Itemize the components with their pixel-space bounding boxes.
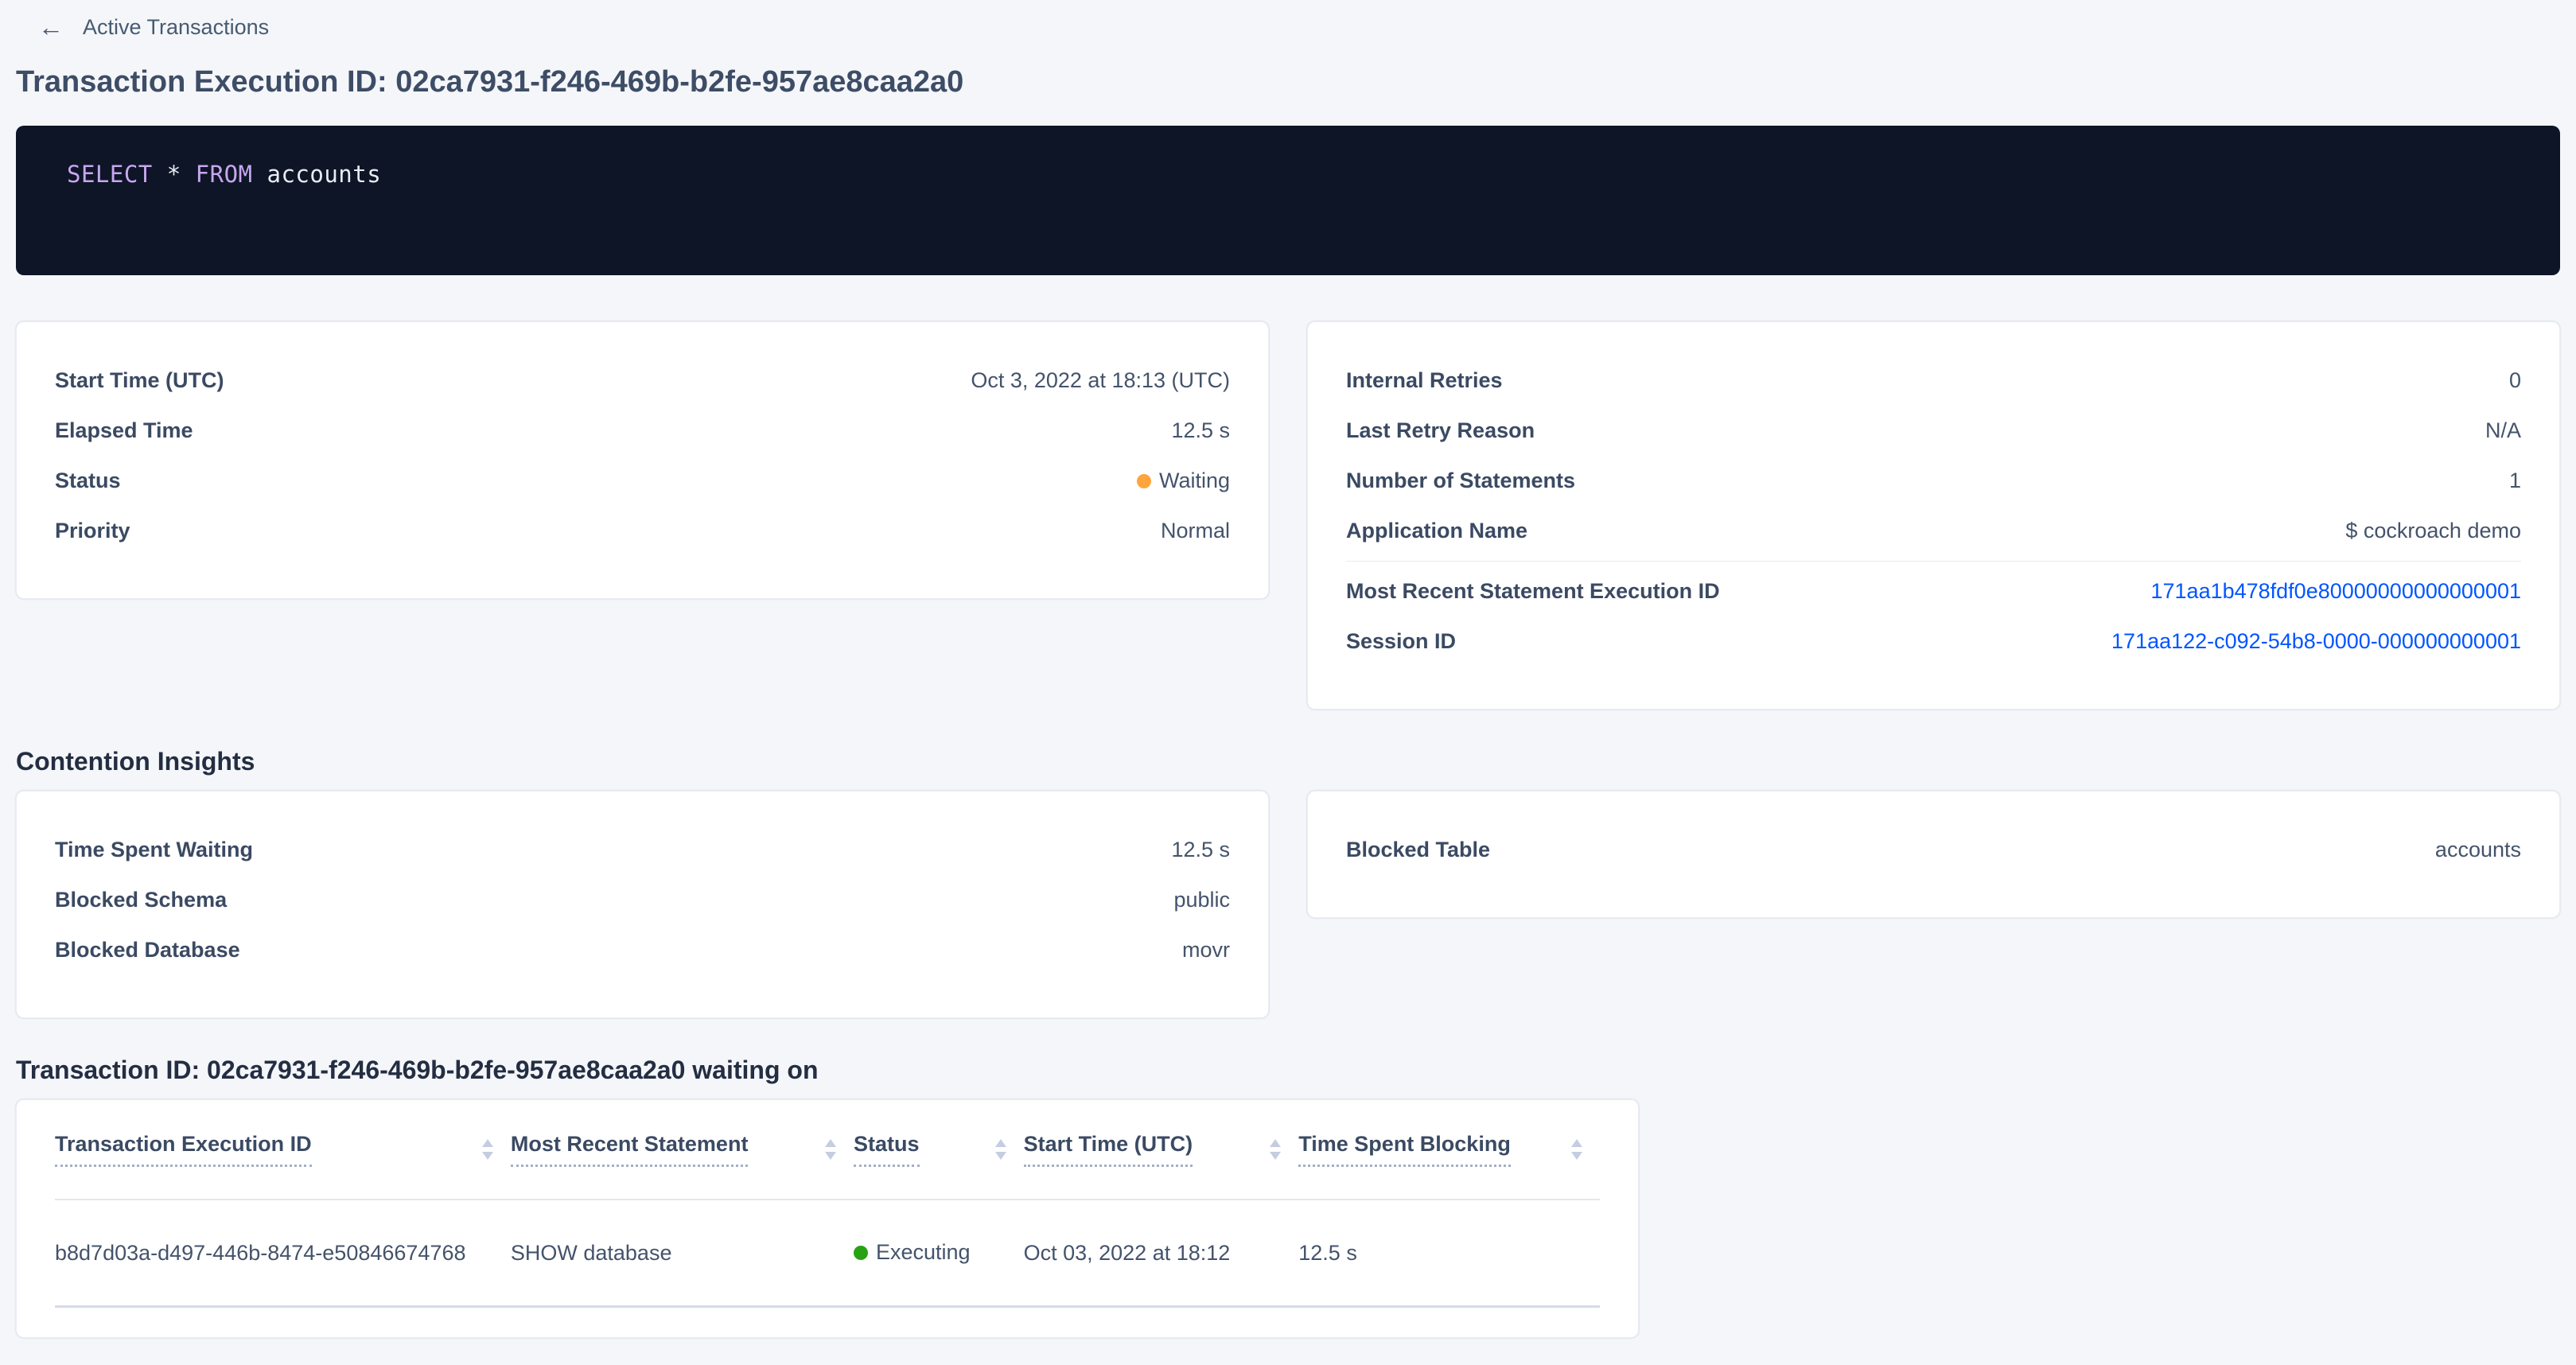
column-header-time-spent-blocking[interactable]: Time Spent Blocking <box>1298 1100 1600 1200</box>
last-retry-reason-value: N/A <box>2485 418 2521 443</box>
application-name-row: Application Name $ cockroach demo <box>1346 506 2521 556</box>
sort-asc-icon <box>1571 1139 1582 1147</box>
status-label: Status <box>55 469 121 493</box>
sort-desc-icon <box>482 1152 493 1160</box>
last-retry-reason-label: Last Retry Reason <box>1346 418 1535 443</box>
back-to-active-transactions-link[interactable]: ← Active Transactions <box>38 11 269 43</box>
sort-desc-icon <box>1571 1152 1582 1160</box>
executing-status-dot-icon <box>854 1246 868 1260</box>
back-link-label: Active Transactions <box>83 15 269 40</box>
priority-label: Priority <box>55 519 130 543</box>
application-name-label: Application Name <box>1346 519 1527 543</box>
cell-status: Executing <box>854 1200 1024 1307</box>
priority-row: Priority Normal <box>55 506 1230 556</box>
table-header-row: Transaction Execution ID Most Recent Sta… <box>55 1100 1600 1200</box>
executing-status-text: Executing <box>876 1240 971 1265</box>
sort-desc-icon <box>1270 1152 1281 1160</box>
application-name-value: $ cockroach demo <box>2345 519 2521 543</box>
card-divider <box>1346 561 2521 562</box>
column-label: Most Recent Statement <box>511 1132 749 1167</box>
priority-value: Normal <box>1161 519 1230 543</box>
time-spent-waiting-row: Time Spent Waiting 12.5 s <box>55 825 1230 875</box>
blocked-table-value: accounts <box>2435 838 2521 862</box>
sql-star: * <box>167 161 181 188</box>
sort-icons[interactable] <box>482 1139 493 1160</box>
sort-icons[interactable] <box>825 1139 836 1160</box>
sort-icons[interactable] <box>1571 1139 1582 1160</box>
sort-asc-icon <box>1270 1139 1281 1147</box>
column-label: Start Time (UTC) <box>1024 1132 1193 1167</box>
status-row: Status Waiting <box>55 456 1230 506</box>
sql-keyword-select: SELECT <box>67 161 153 188</box>
internal-retries-label: Internal Retries <box>1346 368 1503 393</box>
column-label: Time Spent Blocking <box>1298 1132 1511 1167</box>
sort-desc-icon <box>995 1152 1006 1160</box>
column-header-start-time[interactable]: Start Time (UTC) <box>1024 1100 1299 1200</box>
blocked-schema-label: Blocked Schema <box>55 888 227 912</box>
session-id-link[interactable]: 171aa122-c092-54b8-0000-000000000001 <box>2111 629 2521 654</box>
blocked-database-row: Blocked Database movr <box>55 925 1230 975</box>
waiting-transactions-table: Transaction Execution ID Most Recent Sta… <box>55 1100 1600 1308</box>
column-header-status[interactable]: Status <box>854 1100 1024 1200</box>
sql-keyword-from: FROM <box>196 161 253 188</box>
contention-left-card: Time Spent Waiting 12.5 s Blocked Schema… <box>16 791 1269 1018</box>
column-label: Transaction Execution ID <box>55 1132 312 1167</box>
sort-desc-icon <box>825 1152 836 1160</box>
sort-asc-icon <box>825 1139 836 1147</box>
most-recent-statement-execution-id-row: Most Recent Statement Execution ID 171aa… <box>1346 566 2521 616</box>
back-arrow-icon: ← <box>38 14 64 40</box>
execution-summary-card: Start Time (UTC) Oct 3, 2022 at 18:13 (U… <box>16 321 1269 599</box>
most-recent-statement-execution-id-label: Most Recent Statement Execution ID <box>1346 579 1720 604</box>
time-spent-waiting-value: 12.5 s <box>1171 838 1230 862</box>
table-row: b8d7d03a-d497-446b-8474-e50846674768 SHO… <box>55 1200 1600 1307</box>
number-of-statements-value: 1 <box>2509 469 2521 493</box>
cell-transaction-execution-id: b8d7d03a-d497-446b-8474-e50846674768 <box>55 1200 511 1307</box>
start-time-value: Oct 3, 2022 at 18:13 (UTC) <box>971 368 1230 393</box>
internal-retries-row: Internal Retries 0 <box>1346 356 2521 406</box>
elapsed-time-label: Elapsed Time <box>55 418 193 443</box>
cell-time-spent-blocking: 12.5 s <box>1298 1200 1600 1307</box>
elapsed-time-row: Elapsed Time 12.5 s <box>55 406 1230 456</box>
elapsed-time-value: 12.5 s <box>1171 418 1230 443</box>
blocked-database-value: movr <box>1182 938 1230 962</box>
sql-table-name: accounts <box>267 161 381 188</box>
column-header-transaction-execution-id[interactable]: Transaction Execution ID <box>55 1100 511 1200</box>
number-of-statements-row: Number of Statements 1 <box>1346 456 2521 506</box>
internal-retries-value: 0 <box>2509 368 2521 393</box>
session-id-row: Session ID 171aa122-c092-54b8-0000-00000… <box>1346 616 2521 667</box>
start-time-row: Start Time (UTC) Oct 3, 2022 at 18:13 (U… <box>55 356 1230 406</box>
status-value: Waiting <box>1137 469 1230 493</box>
cell-start-time: Oct 03, 2022 at 18:12 <box>1024 1200 1299 1307</box>
session-id-label: Session ID <box>1346 629 1456 654</box>
blocked-database-label: Blocked Database <box>55 938 240 962</box>
sort-icons[interactable] <box>1270 1139 1281 1160</box>
number-of-statements-label: Number of Statements <box>1346 469 1575 493</box>
waiting-on-heading: Transaction ID: 02ca7931-f246-469b-b2fe-… <box>16 1053 2560 1087</box>
active-transaction-details-page: ← Active Transactions Transaction Execut… <box>0 0 2576 1365</box>
sql-statement: SELECT * FROM accounts <box>67 161 381 188</box>
blocked-schema-value: public <box>1173 888 1230 912</box>
waiting-status-text: Waiting <box>1159 469 1230 493</box>
page-title: Transaction Execution ID: 02ca7931-f246-… <box>16 62 2560 102</box>
start-time-label: Start Time (UTC) <box>55 368 224 393</box>
contention-right-card: Blocked Table accounts <box>1307 791 2560 918</box>
transaction-details-card: Internal Retries 0 Last Retry Reason N/A… <box>1307 321 2560 710</box>
waiting-transactions-table-card: Transaction Execution ID Most Recent Sta… <box>16 1099 1639 1338</box>
blocked-table-label: Blocked Table <box>1346 838 1490 862</box>
time-spent-waiting-label: Time Spent Waiting <box>55 838 253 862</box>
contention-insights-heading: Contention Insights <box>16 745 2560 778</box>
cell-most-recent-statement: SHOW database <box>511 1200 854 1307</box>
blocked-schema-row: Blocked Schema public <box>55 875 1230 925</box>
sort-asc-icon <box>482 1139 493 1147</box>
column-label: Status <box>854 1132 920 1167</box>
blocked-table-row: Blocked Table accounts <box>1346 825 2521 875</box>
column-header-most-recent-statement[interactable]: Most Recent Statement <box>511 1100 854 1200</box>
most-recent-statement-execution-id-link[interactable]: 171aa1b478fdf0e80000000000000001 <box>2151 579 2522 604</box>
last-retry-reason-row: Last Retry Reason N/A <box>1346 406 2521 456</box>
sql-statement-box: SELECT * FROM accounts <box>16 126 2560 275</box>
waiting-status-dot-icon <box>1137 474 1151 488</box>
sort-asc-icon <box>995 1139 1006 1147</box>
sort-icons[interactable] <box>995 1139 1006 1160</box>
